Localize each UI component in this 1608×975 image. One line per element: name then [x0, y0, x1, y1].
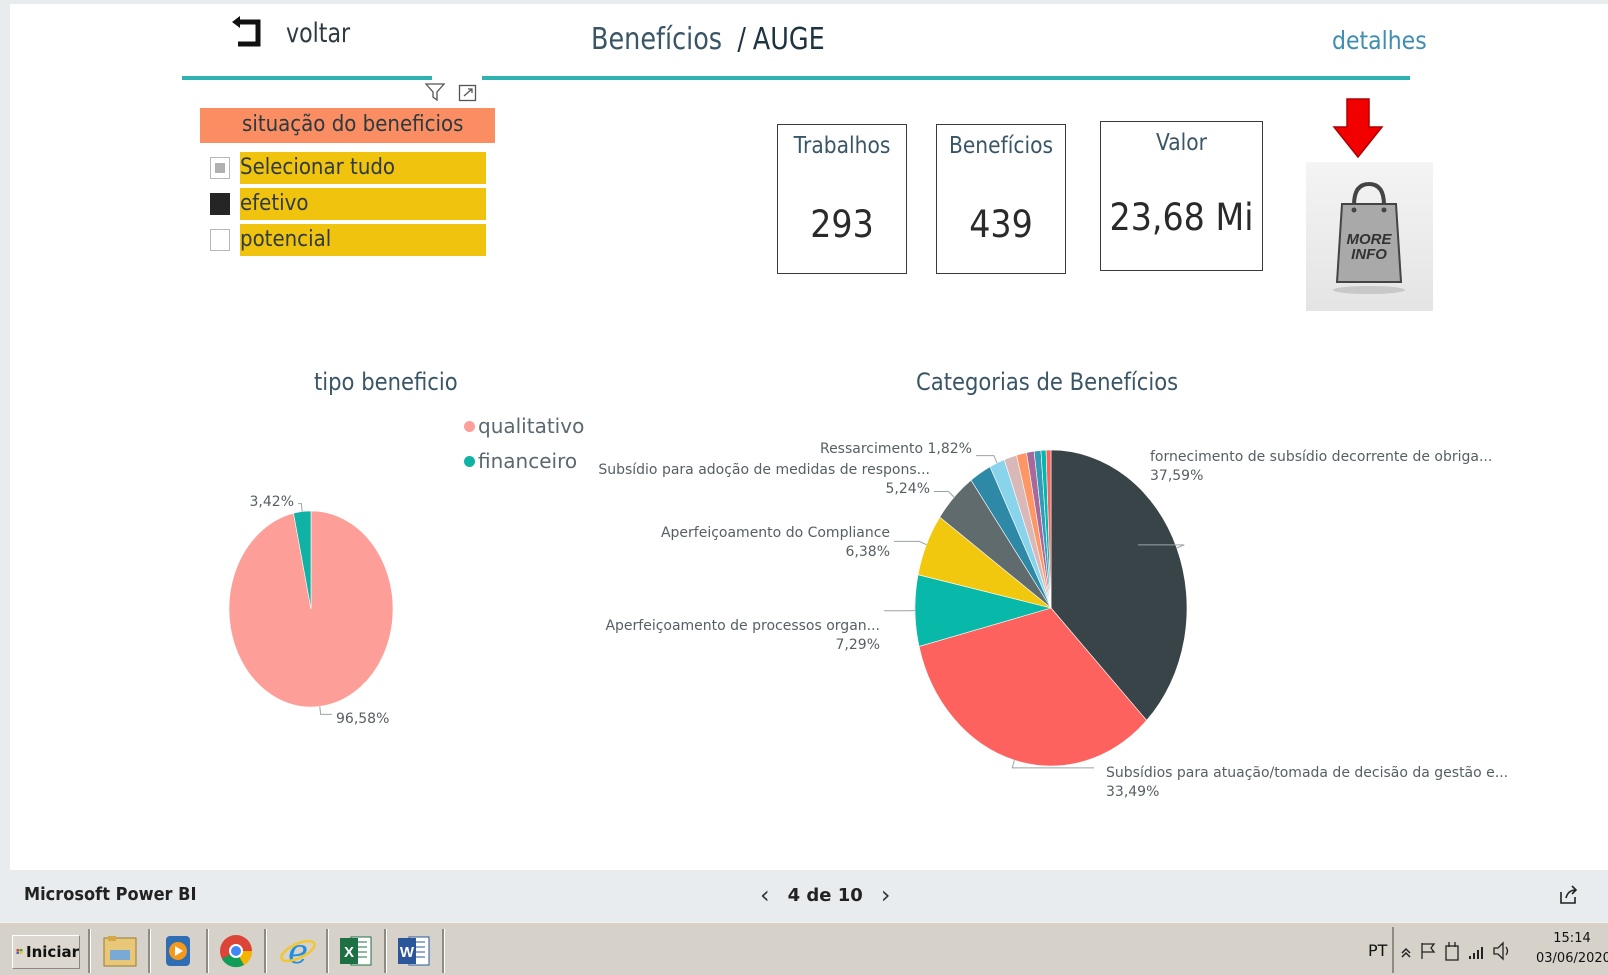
data-label: 6,38%	[846, 544, 890, 560]
excel-icon[interactable]: X	[332, 929, 380, 973]
pie-chart-categorias: fornecimento de subsídio decorrente de o…	[10, 4, 1608, 870]
page-indicator: 4 de 10	[788, 885, 863, 906]
word-icon[interactable]: W	[390, 929, 438, 973]
leader-line	[976, 456, 997, 463]
category-label: Aperfeiçoamento do Compliance	[661, 525, 890, 541]
action-center-flag-icon	[1422, 943, 1434, 959]
category-label: fornecimento de subsídio decorrente de o…	[1150, 449, 1492, 465]
file-explorer-icon[interactable]	[96, 929, 144, 973]
start-label: Iniciar	[26, 943, 79, 961]
category-label: Aperfeiçoamento de processos organ...	[605, 618, 880, 634]
taskbar-separator	[326, 929, 329, 973]
internet-explorer-icon[interactable]: e	[274, 929, 322, 973]
os-taskbar: Iniciar e X W PT 15:14 03/06/2020	[0, 922, 1608, 975]
prev-page-icon[interactable]: ‹	[760, 881, 770, 909]
data-label: 7,29%	[836, 637, 880, 653]
clock-date: 03/06/2020	[1536, 949, 1608, 969]
tray-separator	[1392, 927, 1394, 973]
share-icon[interactable]	[1558, 884, 1580, 906]
report-canvas: voltar Benefícios/AUGE detalhes situação…	[10, 4, 1608, 870]
category-label: Subsídios para atuação/tomada de decisão…	[1106, 765, 1508, 781]
system-clock[interactable]: 15:14 03/06/2020	[1536, 929, 1608, 969]
svg-text:X: X	[344, 944, 354, 961]
network-signal-icon	[1470, 947, 1482, 959]
language-indicator[interactable]: PT	[1368, 941, 1387, 960]
leader-line	[894, 541, 926, 544]
windows-logo-icon	[16, 944, 23, 960]
svg-text:e: e	[288, 932, 308, 971]
clock-time: 15:14	[1536, 929, 1608, 949]
taskbar-separator	[88, 929, 91, 973]
app-name: Microsoft Power BI	[24, 884, 197, 905]
data-label: 33,49%	[1106, 784, 1159, 800]
leader-line	[934, 492, 954, 498]
svg-text:W: W	[400, 944, 415, 961]
taskbar-separator	[148, 929, 151, 973]
data-label: 37,59%	[1150, 468, 1203, 484]
taskbar-separator	[442, 929, 445, 973]
data-label: 5,24%	[886, 481, 930, 497]
taskbar-separator	[264, 929, 267, 973]
power-icon	[1446, 942, 1458, 960]
show-hidden-icons-icon	[1402, 949, 1410, 957]
category-label: Ressarcimento 1,82%	[820, 441, 972, 457]
next-page-icon[interactable]: ›	[881, 881, 891, 909]
report-footer: Microsoft Power BI ‹ 4 de 10 ›	[0, 870, 1608, 922]
category-label: Subsídio para adoção de medidas de respo…	[598, 462, 930, 478]
taskbar-separator	[384, 929, 387, 973]
tray-icons	[1398, 939, 1528, 963]
page-navigator: ‹ 4 de 10 ›	[760, 880, 890, 910]
taskbar-separator	[206, 929, 209, 973]
start-button[interactable]: Iniciar	[12, 935, 80, 969]
media-player-icon[interactable]	[154, 929, 202, 973]
chrome-icon[interactable]	[212, 929, 260, 973]
volume-icon	[1494, 943, 1508, 959]
